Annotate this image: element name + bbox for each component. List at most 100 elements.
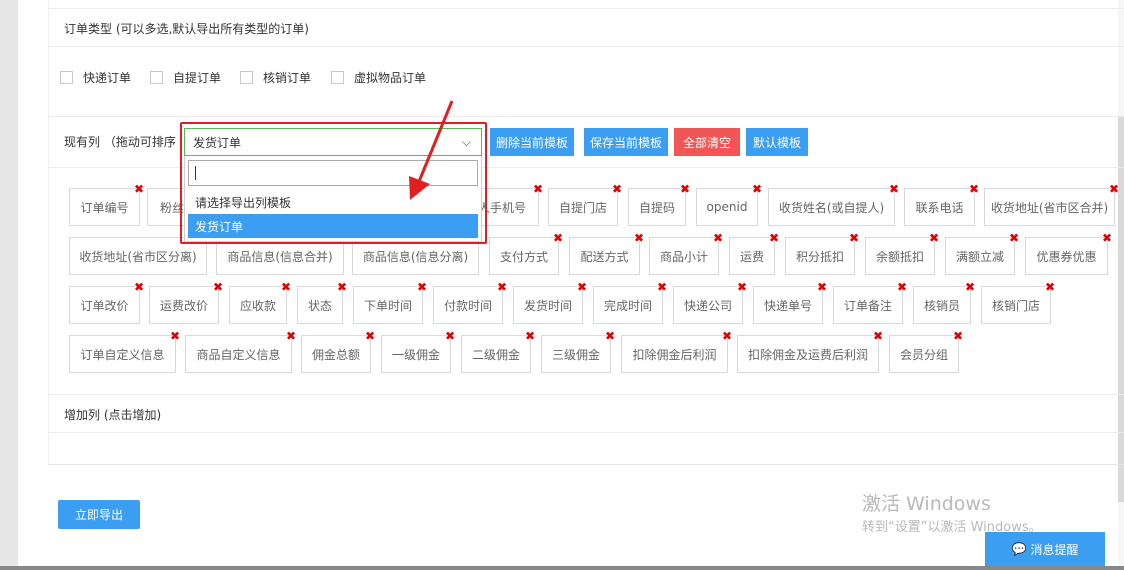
column-chip[interactable]: 核销员 ✖ (913, 281, 975, 324)
remove-icon[interactable]: ✖ (612, 183, 622, 195)
default-template-button[interactable]: 默认模板 (746, 128, 808, 156)
remove-icon[interactable]: ✖ (897, 281, 907, 293)
remove-icon[interactable]: ✖ (1045, 281, 1055, 293)
column-chip[interactable]: 订单改价 ✖ (69, 281, 144, 324)
chip-label: 积分抵扣 (795, 249, 844, 264)
column-chip[interactable]: 收货姓名(或自提人) ✖ (768, 183, 899, 226)
remove-icon[interactable]: ✖ (445, 330, 455, 342)
column-chip[interactable]: 联系电话 ✖ (904, 183, 979, 226)
chip-label: 核销员 (923, 298, 960, 313)
column-chip[interactable]: 余额抵扣 ✖ (865, 232, 939, 275)
remove-icon[interactable]: ✖ (873, 330, 883, 342)
column-chip[interactable]: 完成时间 ✖ (593, 281, 667, 324)
remove-icon[interactable]: ✖ (1109, 183, 1119, 195)
chip-label: 扣除佣金及运费后利润 (747, 347, 868, 362)
remove-icon[interactable]: ✖ (969, 183, 979, 195)
remove-icon[interactable]: ✖ (953, 330, 963, 342)
column-chip[interactable]: 快递公司 ✖ (673, 281, 747, 324)
chip-label: 商品自定义信息 (196, 347, 281, 362)
message-reminder-button[interactable]: 💬 消息提醒 (985, 532, 1105, 566)
column-chip[interactable]: 满额立减 ✖ (945, 232, 1019, 275)
delete-template-button[interactable]: 删除当前模板 (490, 128, 574, 156)
column-chip[interactable]: 二级佣金 ✖ (461, 330, 535, 373)
remove-icon[interactable]: ✖ (1102, 232, 1112, 244)
order-type-option-express[interactable]: 快递订单 (60, 69, 131, 85)
column-chip[interactable]: openid ✖ (696, 183, 762, 226)
remove-icon[interactable]: ✖ (1009, 232, 1019, 244)
column-chip[interactable]: 下单时间 ✖ (353, 281, 427, 324)
chip-label: 配送方式 (580, 249, 629, 264)
clear-all-button[interactable]: 全部清空 (674, 128, 740, 156)
remove-icon[interactable]: ✖ (497, 281, 507, 293)
chip-label: 收货姓名(或自提人) (778, 200, 885, 215)
remove-icon[interactable]: ✖ (634, 232, 644, 244)
remove-icon[interactable]: ✖ (713, 232, 723, 244)
export-now-button[interactable]: 立即导出 (58, 500, 140, 529)
remove-icon[interactable]: ✖ (965, 281, 975, 293)
remove-icon[interactable]: ✖ (533, 183, 543, 195)
column-chip[interactable]: 商品自定义信息 ✖ (185, 330, 296, 373)
column-chip[interactable]: 配送方式 ✖ (569, 232, 644, 275)
column-chip[interactable]: 优惠券优惠 ✖ (1025, 232, 1112, 275)
column-chip[interactable]: 佣金总额 ✖ (301, 330, 375, 373)
remove-icon[interactable]: ✖ (417, 281, 427, 293)
remove-icon[interactable]: ✖ (849, 232, 859, 244)
remove-icon[interactable]: ✖ (817, 281, 827, 293)
remove-icon[interactable]: ✖ (134, 281, 144, 293)
remove-icon[interactable]: ✖ (752, 183, 762, 195)
remove-icon[interactable]: ✖ (286, 330, 296, 342)
remove-icon[interactable]: ✖ (929, 232, 939, 244)
column-chip[interactable]: 应收款 ✖ (229, 281, 291, 324)
remove-icon[interactable]: ✖ (737, 281, 747, 293)
checkbox[interactable] (331, 70, 344, 84)
chip-label: 二级佣金 (471, 347, 520, 362)
column-chip[interactable]: 运费改价 ✖ (149, 281, 223, 324)
column-chip[interactable]: 自提码 ✖ (628, 183, 690, 226)
chip-label: 三级佣金 (551, 347, 600, 362)
column-chip[interactable]: 付款时间 ✖ (433, 281, 507, 324)
column-chip[interactable]: 收货地址(省市区合并) ✖ (984, 183, 1119, 226)
remove-icon[interactable]: ✖ (337, 281, 347, 293)
column-chip[interactable]: 积分抵扣 ✖ (785, 232, 859, 275)
chip-label: 余额抵扣 (875, 249, 924, 264)
column-chip[interactable]: 一级佣金 ✖ (381, 330, 455, 373)
remove-icon[interactable]: ✖ (170, 330, 180, 342)
chip-label: 联系电话 (915, 200, 964, 215)
column-chip[interactable]: 自提门店 ✖ (548, 183, 622, 226)
column-chip[interactable]: 商品小计 ✖ (649, 232, 723, 275)
column-chip[interactable]: 订单备注 ✖ (833, 281, 907, 324)
remove-icon[interactable]: ✖ (553, 232, 563, 244)
checkbox[interactable] (240, 70, 253, 84)
column-chip[interactable]: 发货时间 ✖ (513, 281, 587, 324)
column-chip[interactable]: 快递单号 ✖ (753, 281, 827, 324)
column-chip[interactable]: 订单编号 ✖ (69, 183, 144, 226)
remove-icon[interactable]: ✖ (605, 330, 615, 342)
column-chip[interactable]: 运费 ✖ (729, 232, 779, 275)
column-chip[interactable]: 三级佣金 ✖ (541, 330, 615, 373)
column-chip[interactable]: 状态 ✖ (297, 281, 347, 324)
column-chip[interactable]: 支付方式 ✖ (489, 232, 563, 275)
remove-icon[interactable]: ✖ (281, 281, 291, 293)
divider (48, 8, 1124, 9)
remove-icon[interactable]: ✖ (680, 183, 690, 195)
remove-icon[interactable]: ✖ (769, 232, 779, 244)
remove-icon[interactable]: ✖ (213, 281, 223, 293)
remove-icon[interactable]: ✖ (134, 183, 144, 195)
checkbox[interactable] (60, 70, 73, 84)
remove-icon[interactable]: ✖ (365, 330, 375, 342)
remove-icon[interactable]: ✖ (577, 281, 587, 293)
column-chip[interactable]: 扣除佣金及运费后利润 ✖ (737, 330, 883, 373)
column-chip[interactable]: 扣除佣金后利润 ✖ (621, 330, 732, 373)
remove-icon[interactable]: ✖ (722, 330, 732, 342)
order-type-option-verify[interactable]: 核销订单 (240, 69, 311, 85)
remove-icon[interactable]: ✖ (525, 330, 535, 342)
column-chip[interactable]: 会员分组 ✖ (889, 330, 963, 373)
remove-icon[interactable]: ✖ (889, 183, 899, 195)
column-chip[interactable]: 订单自定义信息 ✖ (69, 330, 180, 373)
column-chip[interactable]: 核销门店 ✖ (981, 281, 1055, 324)
save-template-button[interactable]: 保存当前模板 (584, 128, 668, 156)
order-type-option-virtual[interactable]: 虚拟物品订单 (331, 69, 426, 85)
order-type-option-pickup[interactable]: 自提订单 (150, 69, 221, 85)
remove-icon[interactable]: ✖ (657, 281, 667, 293)
checkbox[interactable] (150, 70, 163, 84)
